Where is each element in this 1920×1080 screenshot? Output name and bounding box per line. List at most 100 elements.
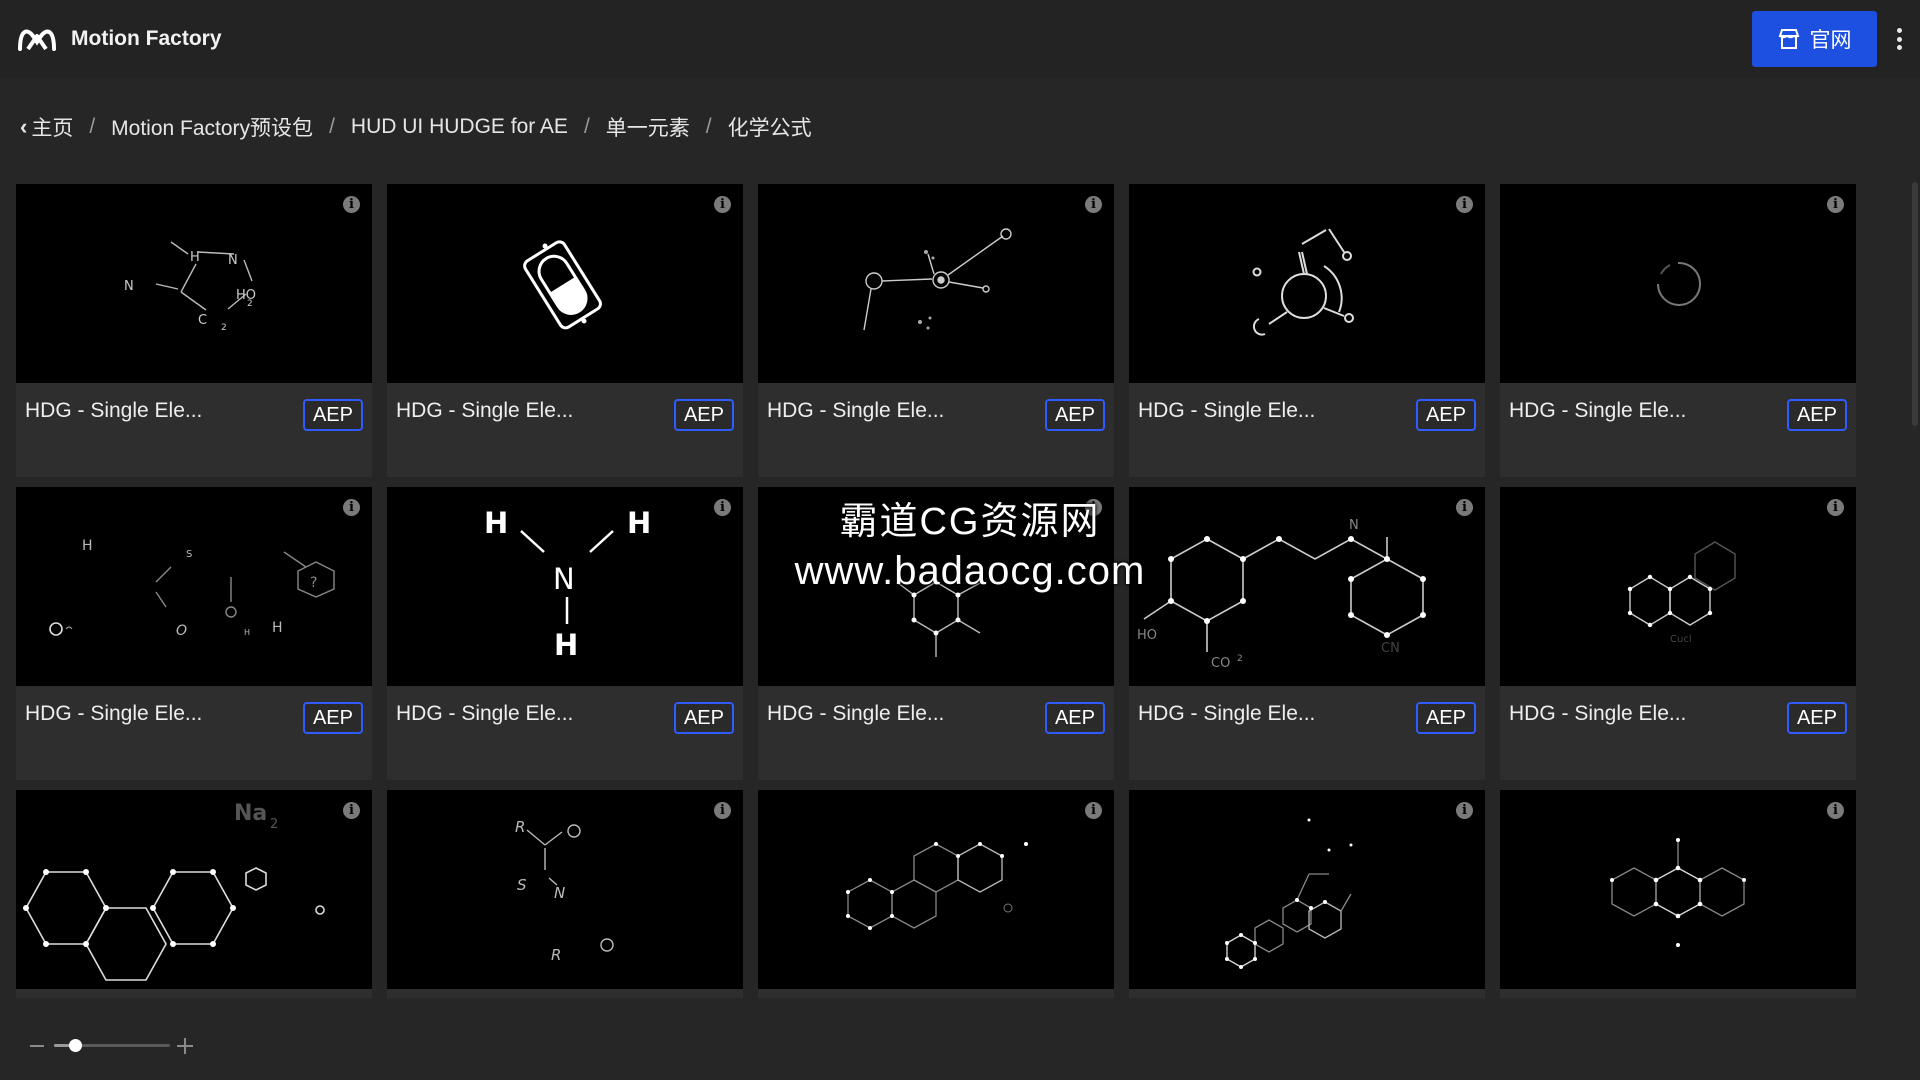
preset-card[interactable]: i HDG - Single Ele... AEP <box>1129 184 1485 477</box>
preset-card[interactable]: i HDG - Single Ele... AEP <box>758 487 1114 780</box>
preset-card[interactable]: i <box>1500 790 1856 998</box>
preset-thumbnail[interactable]: i <box>758 184 1114 383</box>
breadcrumb-separator: / <box>89 115 96 138</box>
preset-card[interactable]: i HDG - Single Ele... AEP <box>1500 184 1856 477</box>
preset-thumbnail[interactable]: Cucl i <box>1500 487 1856 686</box>
card-title: HDG - Single Ele... <box>396 702 574 725</box>
format-badge: AEP <box>673 399 734 431</box>
info-icon[interactable]: i <box>343 499 360 516</box>
card-title: HDG - Single Ele... <box>1509 702 1687 725</box>
preset-thumbnail[interactable]: i <box>1129 790 1485 989</box>
preset-thumbnail[interactable]: Na 2 i <box>16 790 372 989</box>
info-icon[interactable]: i <box>1085 196 1102 213</box>
info-icon[interactable]: i <box>1085 802 1102 819</box>
preset-card[interactable]: H N N HO 2 C 2 i HDG - Single Ele... AEP <box>16 184 372 477</box>
breadcrumb-item[interactable]: Motion Factory预设包 <box>111 112 313 142</box>
format-badge: AEP <box>1415 399 1476 431</box>
brand[interactable]: Motion Factory <box>17 24 222 54</box>
thumbnail-image: H N N HO 2 C 2 <box>124 241 256 333</box>
thumbnail-image <box>863 228 1012 331</box>
grid-scrollbar[interactable] <box>1912 182 1918 426</box>
thumbnail-image: Cucl <box>1627 541 1736 645</box>
info-icon[interactable]: i <box>714 802 731 819</box>
info-icon[interactable]: i <box>1827 196 1844 213</box>
format-badge: AEP <box>1786 399 1847 431</box>
info-icon[interactable]: i <box>714 499 731 516</box>
card-title: HDG - Single Ele... <box>1138 702 1316 725</box>
preset-card[interactable]: Cucl i HDG - Single Ele... AEP <box>1500 487 1856 780</box>
info-icon[interactable]: i <box>1456 802 1473 819</box>
svg-text:HO: HO <box>1137 628 1157 643</box>
preset-thumbnail[interactable]: R S N R i <box>387 790 743 989</box>
svg-text:S: S <box>186 549 192 560</box>
preset-thumbnail[interactable]: i <box>1500 184 1856 383</box>
svg-text:N: N <box>553 562 575 596</box>
preset-thumbnail[interactable]: H N N HO 2 C 2 i <box>16 184 372 383</box>
card-title: HDG - Single Ele... <box>767 702 945 725</box>
card-title: HDG - Single Ele... <box>767 399 945 422</box>
top-bar: Motion Factory 官网 <box>0 0 1920 78</box>
preset-card[interactable]: Na 2 i <box>16 790 372 998</box>
svg-text:CO: CO <box>1211 656 1230 671</box>
info-icon[interactable]: i <box>714 196 731 213</box>
preset-thumbnail[interactable]: H H N H i <box>387 487 743 686</box>
app-title: Motion Factory <box>71 27 222 50</box>
thumbnail-image <box>1252 228 1354 336</box>
info-icon[interactable]: i <box>1456 196 1473 213</box>
thumbnail-image: Na 2 <box>23 801 325 981</box>
card-title: HDG - Single Ele... <box>1138 399 1316 422</box>
svg-text:N: N <box>124 279 134 294</box>
preset-thumbnail[interactable]: N HO CO 2 CN i <box>1129 487 1485 686</box>
preset-card[interactable]: R S N R i <box>387 790 743 998</box>
breadcrumb-item[interactable]: HUD UI HUDGE for AE <box>351 115 568 139</box>
info-icon[interactable]: i <box>1085 499 1102 516</box>
zoom-in-icon[interactable] <box>177 1038 193 1054</box>
preset-thumbnail[interactable]: i <box>758 487 1114 686</box>
preset-card[interactable]: H S O H H ? i HDG - Single Ele... AEP <box>16 487 372 780</box>
preset-card[interactable]: i <box>758 790 1114 998</box>
svg-text:?: ? <box>310 575 317 591</box>
info-icon[interactable]: i <box>1827 802 1844 819</box>
official-site-button[interactable]: 官网 <box>1752 11 1877 67</box>
breadcrumb-current: 化学公式 <box>727 117 812 140</box>
preset-card[interactable]: i HDG - Single Ele... AEP <box>387 184 743 477</box>
zoom-out-icon[interactable] <box>30 1045 44 1047</box>
preset-thumbnail[interactable]: H S O H H ? i <box>16 487 372 686</box>
preset-thumbnail[interactable]: i <box>387 184 743 383</box>
preset-thumbnail[interactable]: i <box>1129 184 1485 383</box>
svg-text:2: 2 <box>247 299 253 309</box>
svg-text:S: S <box>517 876 527 894</box>
card-title: HDG - Single Ele... <box>396 399 574 422</box>
thumbnail-image: N HO CO 2 CN <box>1137 518 1426 671</box>
preset-card[interactable]: H H N H i HDG - Single Ele... AEP <box>387 487 743 780</box>
more-menu-icon[interactable] <box>1892 24 1906 54</box>
zoom-slider-handle[interactable] <box>68 1039 82 1052</box>
preset-card[interactable]: N HO CO 2 CN i HDG - Single Ele... AEP <box>1129 487 1485 780</box>
thumbnail-image <box>1225 818 1353 969</box>
info-icon[interactable]: i <box>1827 499 1844 516</box>
preset-card[interactable]: i <box>1129 790 1485 998</box>
info-icon[interactable]: i <box>343 196 360 213</box>
store-icon <box>1778 29 1799 49</box>
preset-grid: H N N HO 2 C 2 i HDG - Single Ele... AEP <box>16 184 1858 998</box>
preset-card[interactable]: i HDG - Single Ele... AEP <box>758 184 1114 477</box>
breadcrumb-item[interactable]: 单一元素 <box>606 112 690 142</box>
svg-text:H: H <box>272 620 283 636</box>
preset-thumbnail[interactable]: i <box>758 790 1114 989</box>
chevron-left-icon: ‹ <box>20 114 28 139</box>
breadcrumb-home[interactable]: ‹ 主页 <box>20 112 73 142</box>
info-icon[interactable]: i <box>1456 499 1473 516</box>
svg-text:Na: Na <box>234 801 267 826</box>
preset-thumbnail[interactable]: i <box>1500 790 1856 989</box>
svg-text:C: C <box>198 313 207 328</box>
format-badge: AEP <box>1044 702 1105 734</box>
thumbnail-image: R S N R <box>515 818 614 964</box>
svg-text:2: 2 <box>270 817 278 832</box>
svg-text:CN: CN <box>1381 641 1400 656</box>
info-icon[interactable]: i <box>343 802 360 819</box>
svg-text:HO: HO <box>236 288 256 303</box>
svg-text:R: R <box>515 818 525 836</box>
svg-text:H: H <box>554 628 578 662</box>
format-badge: AEP <box>1786 702 1847 734</box>
svg-text:2: 2 <box>221 323 227 333</box>
